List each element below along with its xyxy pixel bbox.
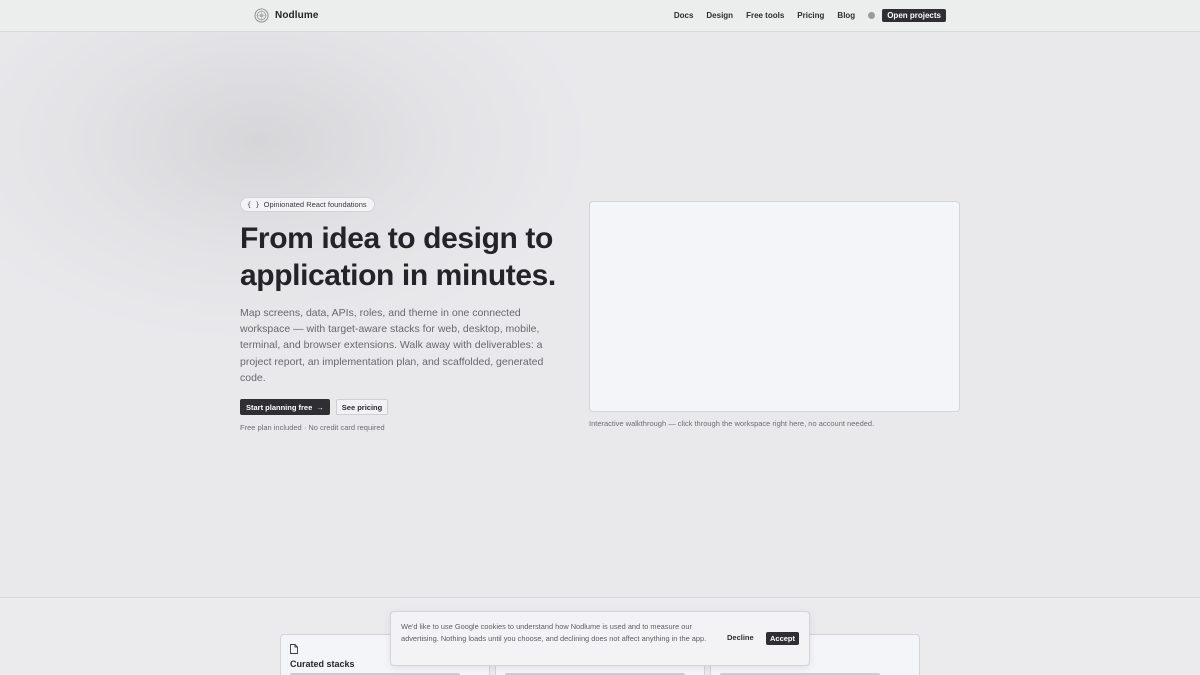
brand-link[interactable]: Nodlume [254,8,318,23]
cookie-consent-banner: We'd like to use Google cookies to under… [390,611,810,666]
open-projects-button[interactable]: Open projects [882,9,946,22]
main-nav: Docs Design Free tools Pricing Blog Open… [661,9,946,22]
document-icon [290,644,298,654]
start-planning-label: Start planning free [246,402,313,412]
cookie-accept-button[interactable]: Accept [766,632,800,645]
see-pricing-button[interactable]: See pricing [335,399,389,415]
theme-toggle-icon[interactable] [868,12,876,19]
top-navigation-bar: Nodlume Docs Design Free tools Pricing B… [0,0,1200,32]
hero-headline: From idea to design to application in mi… [240,222,556,292]
hero-badge: { } Opinionated React foundations [240,197,375,212]
preview-caption: Interactive walkthrough — click through … [589,419,875,428]
nav-pricing[interactable]: Pricing [797,11,824,20]
nav-free-tools[interactable]: Free tools [746,11,784,20]
arrow-right-icon: → [316,402,324,412]
hero-cta-group: Start planning free → See pricing [240,399,389,415]
feature-card-title: Curated stacks [290,659,355,669]
brand-name: Nodlume [275,10,319,21]
start-planning-button[interactable]: Start planning free → [240,399,330,415]
nodlume-logo-icon [254,8,269,23]
badge-label: Opinionated React foundations [263,200,367,209]
interactive-walkthrough-preview[interactable] [589,201,960,412]
cookie-consent-text: We'd like to use Google cookies to under… [401,622,707,643]
cookie-decline-button[interactable]: Decline [727,633,754,642]
hero-footnote: Free plan included · No credit card requ… [240,423,385,432]
nav-design[interactable]: Design [706,11,733,20]
nav-docs[interactable]: Docs [674,11,694,20]
code-braces-icon: { } [247,200,260,209]
nav-blog[interactable]: Blog [837,11,855,20]
hero-description: Map screens, data, APIs, roles, and them… [240,307,544,384]
